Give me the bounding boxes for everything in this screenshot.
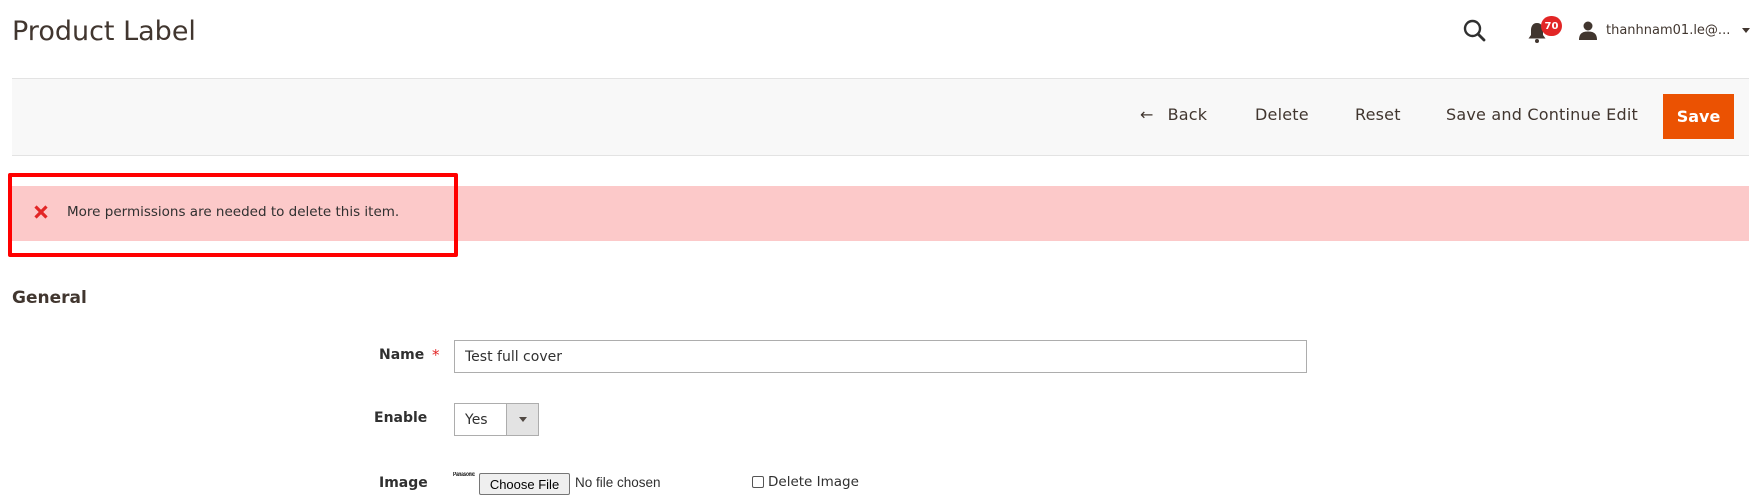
page-title: Product Label bbox=[12, 16, 196, 47]
no-file-chosen-text: No file chosen bbox=[575, 475, 661, 490]
delete-image-checkbox[interactable]: Delete Image bbox=[752, 474, 859, 490]
back-button[interactable]: ← Back bbox=[1140, 105, 1207, 124]
user-name: thanhnam01.le@... bbox=[1606, 22, 1731, 38]
error-message: More permissions are needed to delete th… bbox=[12, 186, 1749, 241]
enable-label: Enable bbox=[374, 410, 428, 426]
notifications-count-badge: 70 bbox=[1541, 16, 1562, 36]
search-icon bbox=[1463, 19, 1486, 42]
delete-button[interactable]: Delete bbox=[1255, 105, 1309, 124]
name-input[interactable] bbox=[454, 340, 1307, 373]
image-preview-thumbnail: Panasonic bbox=[453, 472, 475, 478]
save-button[interactable]: Save bbox=[1663, 94, 1734, 139]
name-label: Name bbox=[379, 347, 425, 363]
section-title-general: General bbox=[12, 288, 87, 308]
user-menu-button[interactable]: thanhnam01.le@... bbox=[1578, 17, 1751, 43]
enable-select[interactable]: Yes bbox=[454, 403, 539, 436]
search-button[interactable] bbox=[1462, 18, 1488, 44]
error-x-icon bbox=[34, 205, 48, 219]
checkbox-box[interactable] bbox=[752, 476, 764, 488]
enable-selected-value: Yes bbox=[465, 411, 488, 428]
caret-down-icon bbox=[518, 417, 527, 422]
required-mark: * bbox=[432, 346, 440, 364]
delete-image-label: Delete Image bbox=[768, 474, 859, 490]
page-actions-toolbar: ← Back Delete Reset Save and Continue Ed… bbox=[12, 78, 1749, 156]
user-icon bbox=[1579, 21, 1597, 40]
error-message-text: More permissions are needed to delete th… bbox=[67, 204, 400, 220]
choose-file-button[interactable]: Choose File bbox=[479, 473, 570, 495]
arrow-left-icon: ← bbox=[1140, 105, 1154, 124]
image-label: Image bbox=[379, 475, 428, 491]
select-arrow bbox=[506, 404, 538, 435]
reset-button[interactable]: Reset bbox=[1355, 105, 1401, 124]
back-label: Back bbox=[1167, 105, 1208, 124]
save-and-continue-button[interactable]: Save and Continue Edit bbox=[1446, 105, 1638, 124]
caret-down-icon bbox=[1742, 27, 1751, 33]
